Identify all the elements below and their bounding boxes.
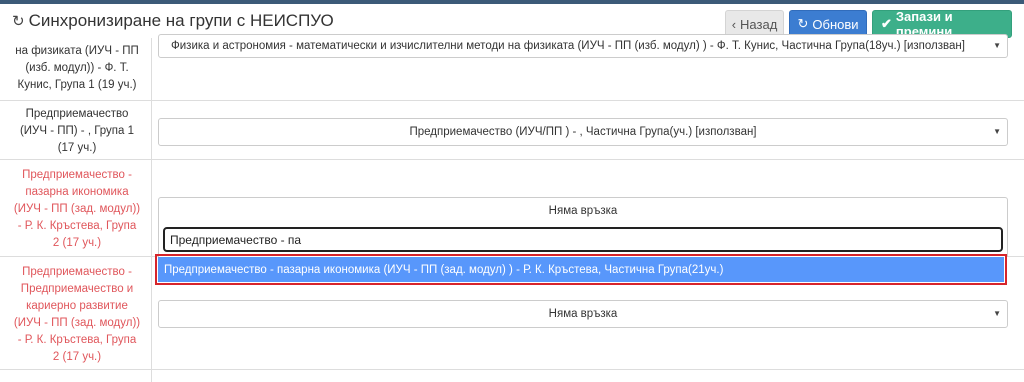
label-line: (ИУЧ - ПП (зад. модул)) [13, 317, 141, 329]
group-label: Предприемачество - пазарна икономика (ИУ… [10, 167, 144, 252]
dropdown-option-highlighted[interactable]: Предприемачество - пазарна икономика (ИУ… [155, 254, 1007, 285]
label-line: 2 (17 уч.) [52, 351, 102, 363]
label-line: - Р. К. Кръстева, Група [17, 220, 137, 232]
dropdown-search-container [158, 224, 1008, 257]
refresh-button-label: Обнови [812, 16, 859, 32]
caret-down-icon: ▼ [993, 127, 1001, 136]
label-line: Предприемачество - [22, 169, 132, 181]
group-select-value: Предприемачество (ИУЧ/ПП ) - , Частична … [409, 126, 757, 138]
groups-sync-table: на физиката (ИУЧ - ПП (изб. модул)) - Ф.… [0, 34, 1024, 382]
page-title-text: Синхронизиране на групи с НЕИСПУО [28, 11, 334, 30]
group-label: Предприемачество (ИУЧ - ПП) - , Група 1 … [10, 106, 144, 157]
chevron-left-icon: ‹ [731, 16, 737, 32]
row-divider [0, 159, 1024, 160]
row-divider [0, 100, 1024, 101]
group-select-current[interactable]: Няма връзка [158, 197, 1008, 225]
label-line: Кунис, Група 1 (19 уч.) [17, 79, 137, 91]
refresh-icon: ↻ [797, 16, 809, 31]
label-line: Предприемачество - [22, 266, 132, 278]
label-line: - Р. К. Кръстева, Група [17, 334, 137, 346]
label-line: пазарна икономика [25, 186, 129, 198]
group-label-partial [10, 375, 144, 382]
check-icon: ✔ [881, 16, 892, 31]
group-select-value: Няма връзка [548, 205, 618, 217]
group-select[interactable]: Няма връзка ▼ [158, 300, 1008, 328]
label-line: (ИУЧ - ПП) - , Група 1 [19, 125, 135, 137]
refresh-icon: ↻ [12, 13, 25, 30]
label-line: (17 уч.) [57, 142, 97, 154]
group-label: на физиката (ИУЧ - ПП (изб. модул)) - Ф.… [10, 43, 144, 94]
caret-down-icon: ▼ [993, 309, 1001, 318]
caret-down-icon: ▼ [993, 41, 1001, 50]
dropdown-search-input[interactable] [163, 227, 1003, 252]
page-title: ↻ Синхронизиране на групи с НЕИСПУО [12, 11, 334, 31]
label-line: Предприемачество [25, 108, 129, 120]
label-line: на физиката (ИУЧ - ПП [15, 45, 139, 57]
label-line: Предприемачество и [20, 283, 134, 295]
row-divider [0, 369, 1024, 370]
group-select[interactable]: Предприемачество (ИУЧ/ПП ) - , Частична … [158, 118, 1008, 146]
column-divider [151, 38, 152, 382]
group-label: Предприемачество - Предприемачество и ка… [10, 264, 144, 366]
group-select-open[interactable]: Няма връзка Предприемачество - пазарна и… [155, 197, 1008, 287]
dropdown-option-label: Предприемачество - пазарна икономика (ИУ… [164, 263, 724, 276]
back-button-label: Назад [740, 16, 778, 32]
label-line: (изб. модул)) - Ф. Т. [25, 62, 129, 74]
group-select-value: Физика и астрономия - математически и из… [171, 40, 965, 52]
label-line: 2 (17 уч.) [52, 237, 102, 249]
page-header: ↻ Синхронизиране на групи с НЕИСПУО ‹ На… [0, 4, 1024, 39]
label-line: кариерно развитие [26, 300, 128, 312]
label-line: (ИУЧ - ПП (зад. модул)) [13, 203, 141, 215]
group-select-value: Няма връзка [548, 308, 618, 320]
group-select[interactable]: Физика и астрономия - математически и из… [158, 34, 1008, 58]
